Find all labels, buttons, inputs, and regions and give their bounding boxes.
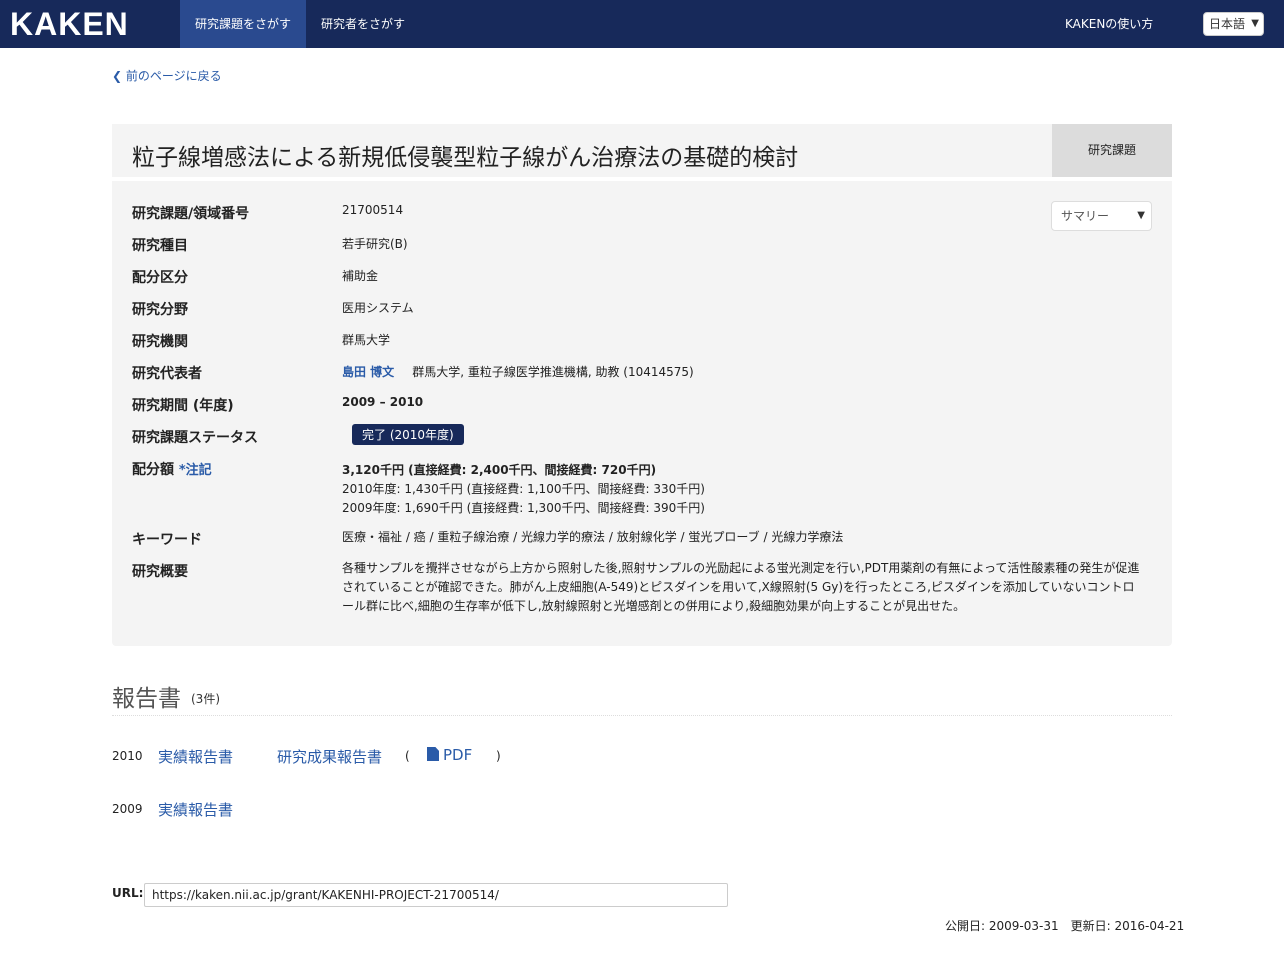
- field-link[interactable]: 医用システム: [342, 299, 414, 316]
- abstract-label: 研究概要: [132, 564, 188, 580]
- status-value: 完了 (2010年度): [342, 424, 464, 445]
- pdf-link-label: PDF: [443, 746, 473, 764]
- chevron-down-icon: ▼: [1251, 18, 1259, 29]
- paren-open: (: [405, 749, 410, 763]
- status-label: 研究課題ステータス: [132, 430, 258, 446]
- view-mode-value: サマリー: [1061, 209, 1110, 223]
- page-title: 粒子線増感法による新規低侵襲型粒子線がん治療法の基礎的検討: [132, 145, 799, 171]
- amount-2010: 2010年度: 1,430千円 (直接経費: 1,100千円、間接経費: 330…: [342, 482, 705, 496]
- field-label: 研究分野: [132, 302, 188, 318]
- allocation-value: 補助金: [342, 269, 379, 283]
- amount-label-text: 配分額: [132, 462, 174, 478]
- pi-value: 島田 博文 群馬大学, 重粒子線医学推進機構, 助教 (10414575): [342, 363, 694, 380]
- nav-search-projects[interactable]: 研究課題をさがす: [180, 0, 306, 48]
- view-mode-select[interactable]: サマリー ▼: [1051, 201, 1152, 231]
- pi-name-link[interactable]: 島田 博文: [342, 365, 394, 379]
- report-year-2009: 2009: [112, 802, 143, 816]
- chevron-down-icon: ▼: [1137, 210, 1145, 221]
- keywords-label: キーワード: [132, 532, 202, 548]
- reports-count: (3件): [191, 692, 220, 706]
- category-link[interactable]: 若手研究(B): [342, 235, 408, 252]
- period-label: 研究期間 (年度): [132, 398, 234, 414]
- allocation-label: 配分区分: [132, 270, 188, 286]
- chevron-left-icon: ❮: [112, 69, 123, 83]
- nav-help-link[interactable]: KAKENの使い方: [1050, 0, 1168, 48]
- report-link-annual-2009[interactable]: 実績報告書: [158, 799, 233, 820]
- nav-search-researchers[interactable]: 研究者をさがす: [306, 0, 420, 48]
- amount-total: 3,120千円 (直接経費: 2,400千円、間接経費: 720千円): [342, 463, 657, 477]
- back-link-label: 前のページに戻る: [125, 69, 222, 83]
- paren-close: ): [496, 749, 501, 763]
- keywords-value: 医療・福祉 / 癌 / 重粒子線治療 / 光線力学的療法 / 放射線化学 / 蛍…: [342, 530, 844, 544]
- top-navbar: KAKEN 研究課題をさがす 研究者をさがす KAKENの使い方 日本語 ▼: [0, 0, 1284, 48]
- amount-label: 配分額 *注記: [132, 459, 212, 479]
- kaken-logo[interactable]: KAKEN: [10, 6, 129, 42]
- project-type-badge: 研究課題: [1052, 124, 1172, 177]
- pi-affiliation: 群馬大学, 重粒子線医学推進機構, 助教 (10414575): [412, 365, 694, 379]
- institution-label: 研究機関: [132, 334, 188, 350]
- number-value: 21700514: [342, 203, 404, 217]
- back-link[interactable]: ❮ 前のページに戻る: [112, 67, 222, 84]
- report-link-annual-2010[interactable]: 実績報告書: [158, 746, 233, 767]
- published-date: 公開日: 2009-03-31: [945, 919, 1059, 933]
- reports-divider: [112, 715, 1172, 716]
- project-title-panel: 粒子線増感法による新規低侵襲型粒子線がん治療法の基礎的検討 研究課題: [112, 124, 1172, 177]
- url-label: URL:: [112, 886, 144, 900]
- period-value: 2009 – 2010: [342, 395, 424, 409]
- amount-note-link[interactable]: *注記: [179, 463, 212, 478]
- pdf-link[interactable]: PDF: [427, 746, 472, 764]
- institution-link[interactable]: 群馬大学: [342, 331, 390, 348]
- report-link-final-2010[interactable]: 研究成果報告書: [277, 746, 382, 767]
- status-badge: 完了 (2010年度): [352, 424, 464, 445]
- reports-heading: 報告書: [112, 686, 181, 712]
- language-select-value: 日本語: [1209, 17, 1246, 31]
- amount-2009: 2009年度: 1,690千円 (直接経費: 1,300千円、間接経費: 390…: [342, 501, 705, 515]
- number-label: 研究課題/領域番号: [132, 206, 250, 222]
- report-year-2010: 2010: [112, 749, 143, 763]
- pi-label: 研究代表者: [132, 366, 202, 382]
- page-dates: 公開日: 2009-03-31 更新日: 2016-04-21: [945, 917, 1184, 934]
- url-field[interactable]: https://kaken.nii.ac.jp/grant/KAKENHI-PR…: [144, 883, 728, 907]
- file-pdf-icon: [427, 747, 439, 761]
- updated-date: 更新日: 2016-04-21: [1070, 919, 1185, 933]
- category-label: 研究種目: [132, 238, 188, 254]
- abstract-text: 各種サンプルを攪拌させながら上方から照射した後,照射サンプルの光励起による蛍光測…: [342, 561, 1140, 613]
- language-select[interactable]: 日本語 ▼: [1203, 12, 1264, 36]
